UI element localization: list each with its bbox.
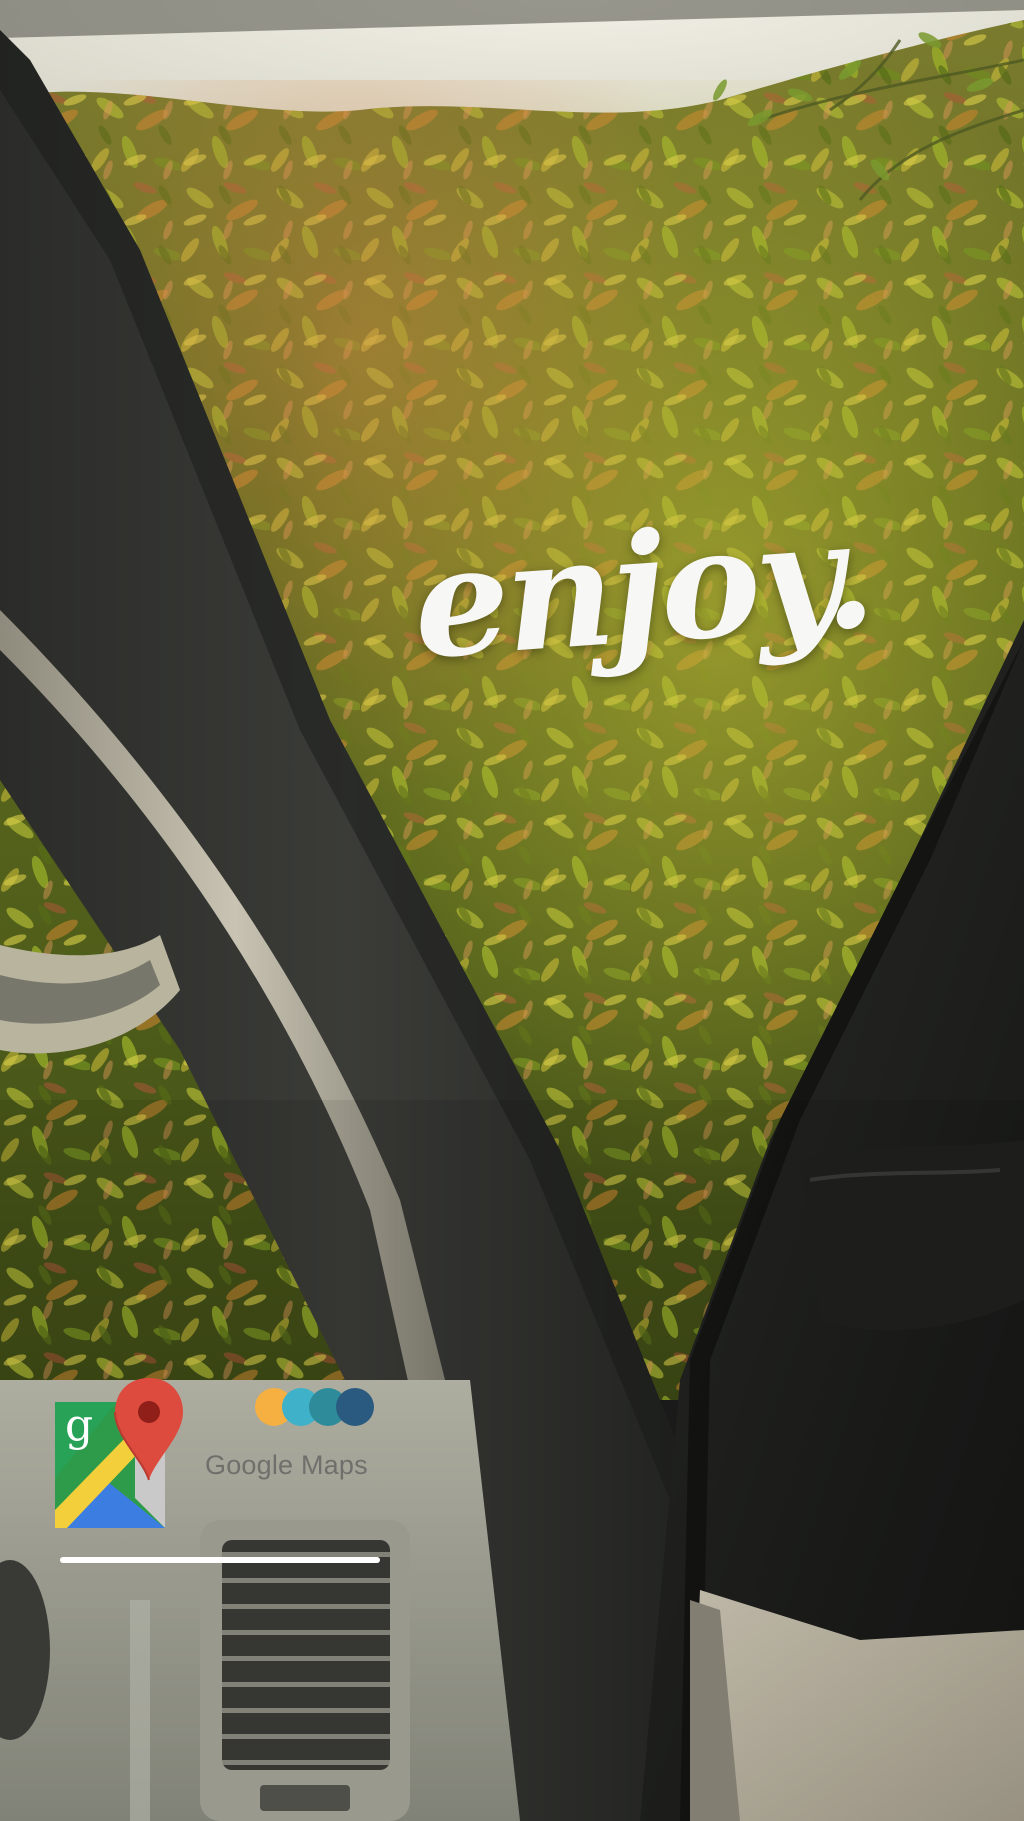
maps-logo-letter: g xyxy=(65,1400,93,1451)
story-progress-bar xyxy=(60,1557,380,1563)
story-screen: enjoy. g Google Maps xyxy=(0,0,1024,1821)
maps-color-dots xyxy=(255,1388,374,1426)
google-maps-sticker[interactable]: g Google Maps xyxy=(40,1375,400,1575)
maps-label: Google Maps xyxy=(205,1450,368,1480)
sticker-text: enjoy. xyxy=(407,485,877,693)
enjoy-sticker[interactable]: enjoy. xyxy=(408,486,876,780)
google-maps-icon: g xyxy=(55,1378,183,1528)
dot-4 xyxy=(336,1388,374,1426)
story-progress-fill xyxy=(60,1557,380,1563)
